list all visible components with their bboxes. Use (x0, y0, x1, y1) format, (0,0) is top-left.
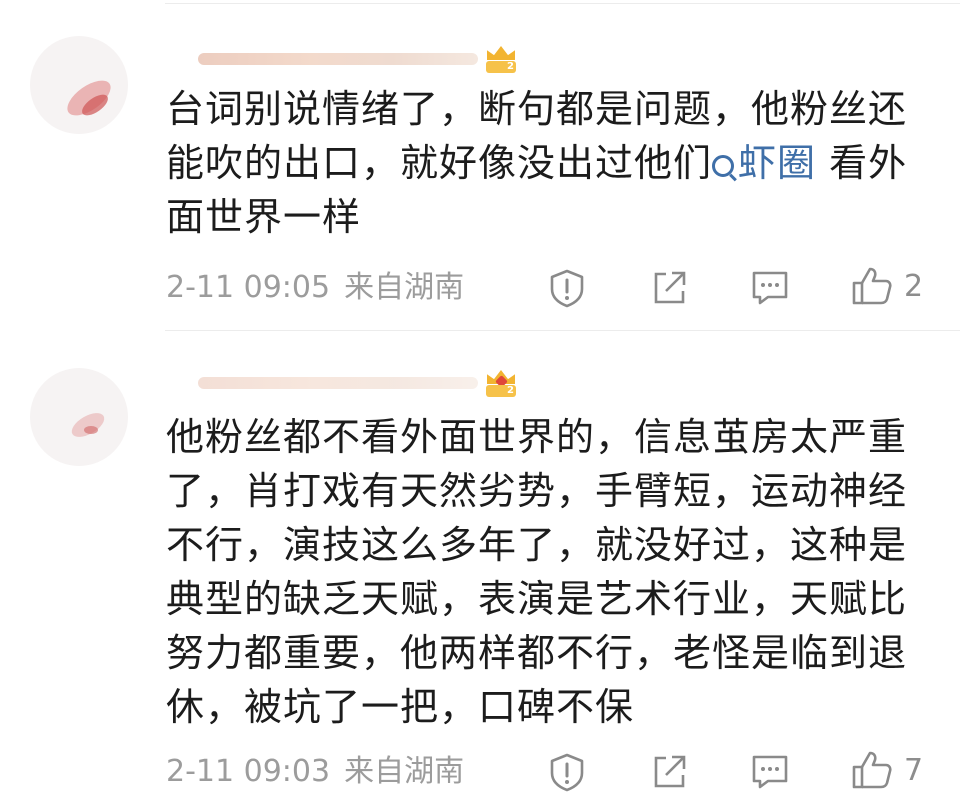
comment-text: 台词别说情绪了，断句都是问题，他粉丝还能吹的出口，就好像没出过他们 虾圈 看外面世… (166, 87, 908, 239)
vip-crown-icon: 2 (484, 368, 518, 398)
topic-link[interactable]: 虾圈 (712, 141, 816, 185)
share-icon (654, 755, 686, 788)
report-icon (550, 269, 584, 308)
avatar[interactable] (30, 368, 128, 466)
share-button[interactable] (650, 268, 688, 308)
comment-location: 来自湖南 (344, 754, 465, 789)
share-button[interactable] (650, 752, 688, 792)
report-icon (550, 753, 584, 792)
thumbs-up-icon (852, 267, 892, 305)
report-button[interactable] (548, 752, 586, 792)
reply-button[interactable] (750, 752, 790, 792)
comment-meta: 2-11 09:03 来自湖南 (166, 752, 464, 792)
username-blurred (198, 53, 478, 65)
comment-icon (752, 755, 788, 789)
comment-meta: 2-11 09:05 来自湖南 (166, 268, 464, 308)
like-count: 7 (904, 752, 924, 788)
like-button[interactable]: 2 (850, 266, 923, 306)
reply-button[interactable] (750, 268, 790, 308)
like-count: 2 (904, 268, 924, 304)
like-button[interactable]: 7 (850, 750, 923, 790)
comment-date: 2-11 09:03 (166, 754, 331, 789)
report-button[interactable] (548, 268, 586, 308)
username[interactable]: 2 (198, 370, 518, 397)
username-blurred (198, 377, 478, 389)
search-icon (712, 155, 735, 177)
comment-divider (165, 330, 960, 331)
avatar[interactable] (30, 36, 128, 134)
share-icon (654, 271, 686, 304)
comment-location: 来自湖南 (344, 270, 465, 305)
comment-icon (752, 271, 788, 305)
comment-text: 他粉丝都不看外面世界的，信息茧房太严重了，肖打戏有天然劣势，手臂短，运动神经不行… (166, 415, 908, 729)
thumbs-up-icon (852, 751, 892, 789)
top-divider (165, 3, 960, 4)
username[interactable]: 2 (198, 46, 518, 73)
comment-date: 2-11 09:05 (166, 270, 331, 305)
vip-crown-icon: 2 (484, 44, 518, 74)
